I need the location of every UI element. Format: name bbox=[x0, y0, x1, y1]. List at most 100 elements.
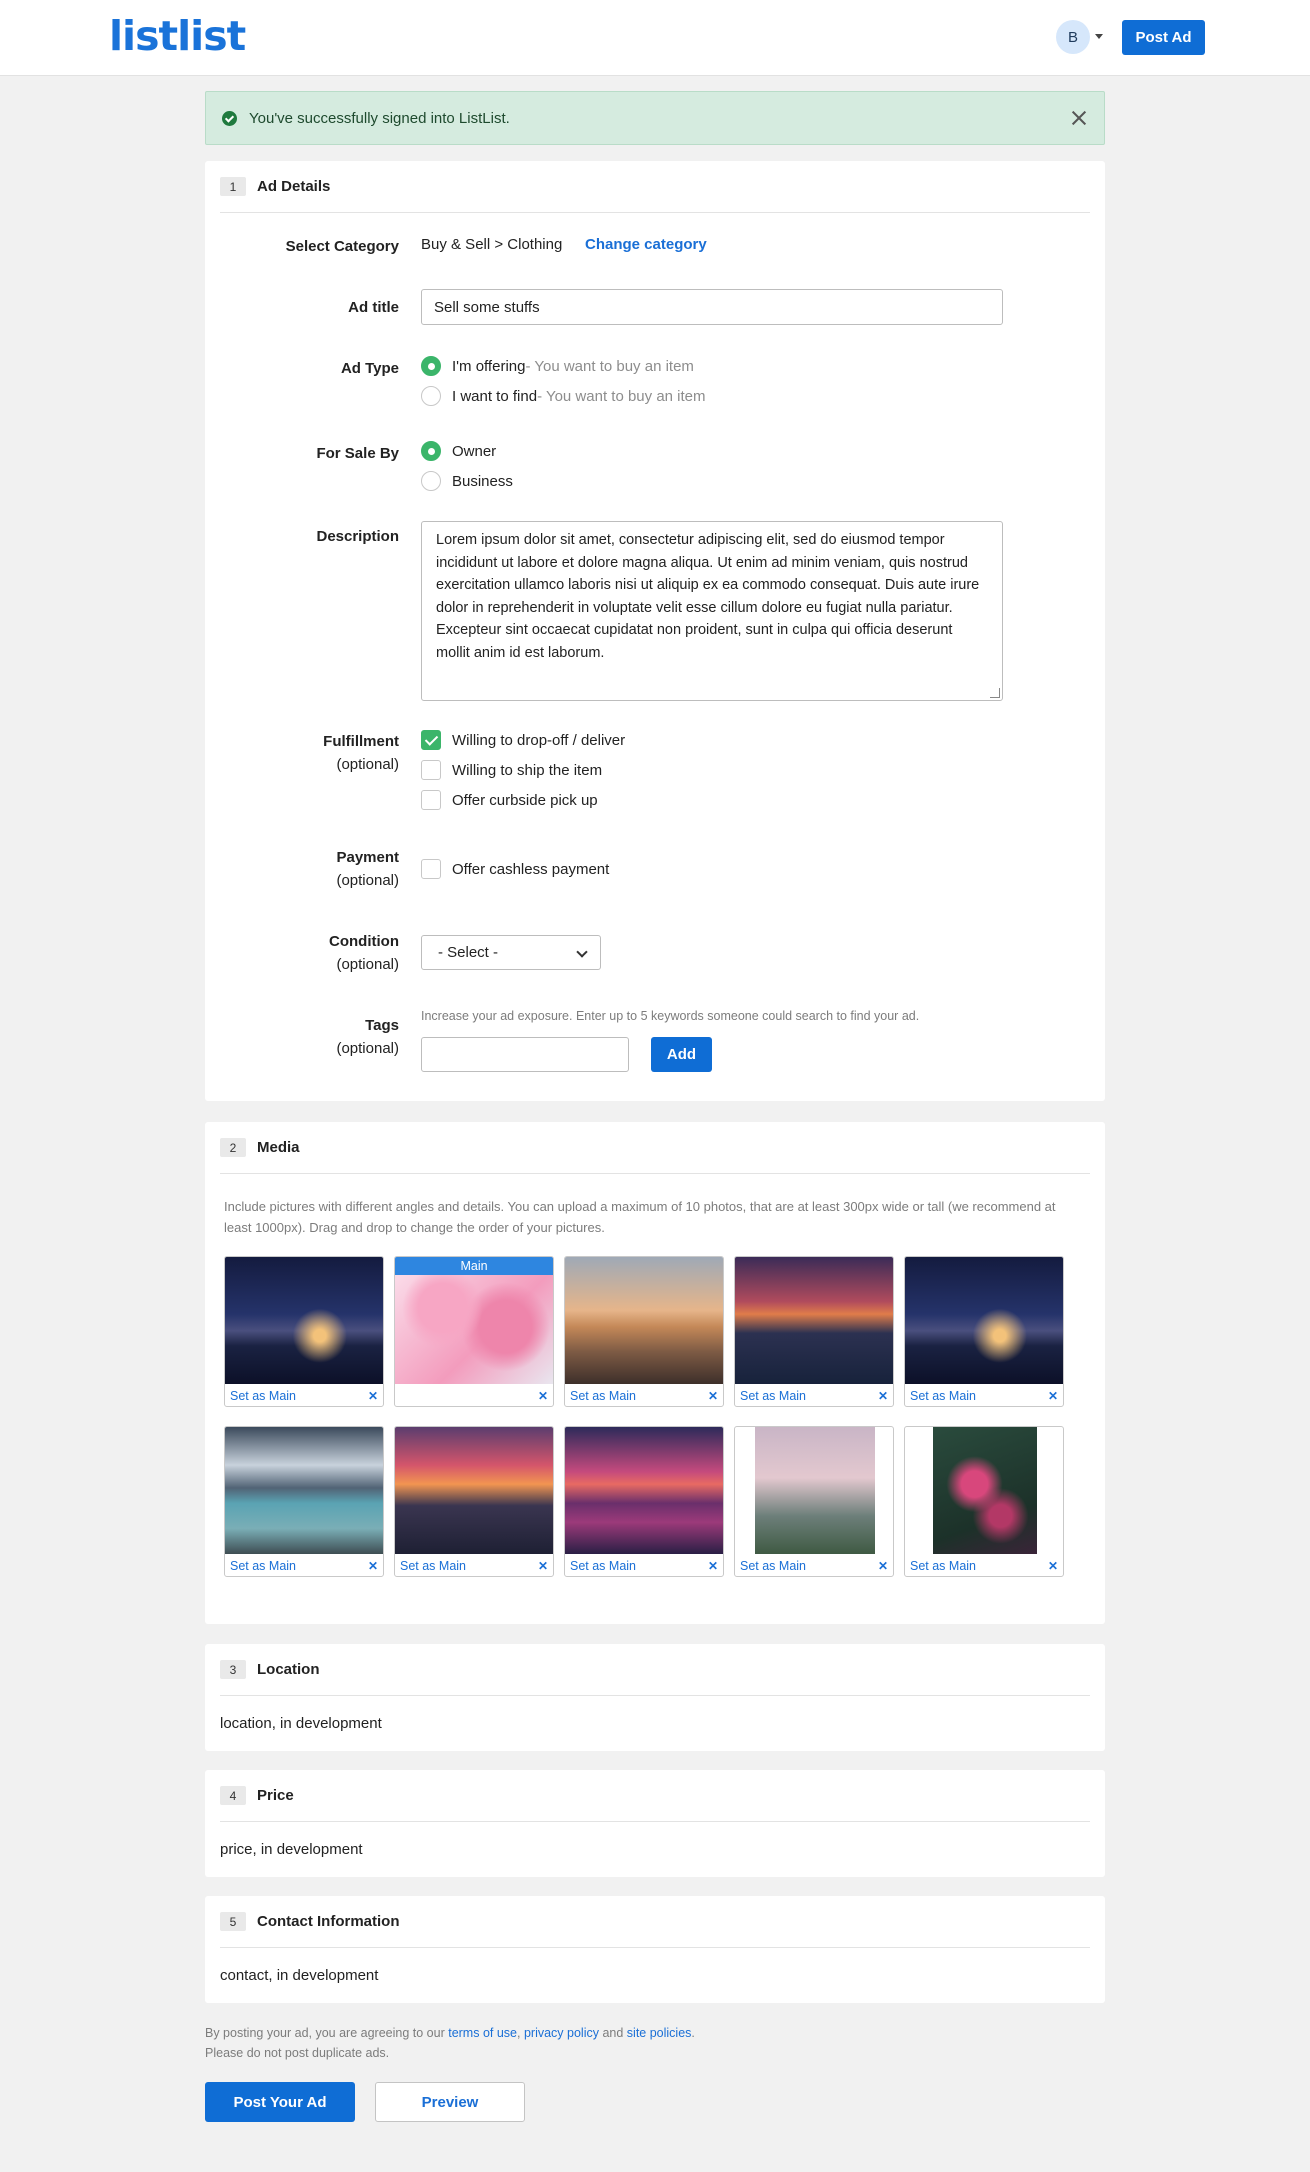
price-section: 4 Price price, in development bbox=[205, 1770, 1105, 1877]
photo-thumbnail[interactable]: Main ✕ bbox=[394, 1256, 554, 1407]
radio-selected-icon[interactable] bbox=[421, 441, 441, 461]
post-your-ad-button[interactable]: Post Your Ad bbox=[205, 2082, 355, 2122]
photo-thumbnail[interactable]: Set as Main ✕ bbox=[224, 1256, 384, 1407]
legal-notice: By posting your ad, you are agreeing to … bbox=[205, 2023, 695, 2063]
for-sale-by-label: For Sale By bbox=[316, 445, 399, 462]
remove-photo-icon[interactable]: ✕ bbox=[368, 1559, 378, 1573]
optional-text: (optional) bbox=[336, 872, 399, 889]
sale-by-business-radio[interactable]: Business bbox=[421, 471, 513, 491]
photo-thumbnail[interactable]: Set as Main ✕ bbox=[564, 1426, 724, 1577]
location-section: 3 Location location, in development bbox=[205, 1644, 1105, 1751]
user-avatar[interactable]: B bbox=[1056, 20, 1090, 54]
fulfillment-label-text: Fulfillment bbox=[323, 733, 399, 750]
photo-thumbnail[interactable]: Set as Main ✕ bbox=[734, 1256, 894, 1407]
legal-comma: , bbox=[517, 2026, 524, 2040]
checkbox-checked-icon[interactable] bbox=[421, 730, 441, 750]
set-as-main-link[interactable]: Set as Main bbox=[570, 1389, 636, 1403]
night-tree-lake-image bbox=[225, 1257, 383, 1384]
change-category-link[interactable]: Change category bbox=[585, 236, 707, 253]
listlist-logo[interactable]: listlist bbox=[109, 12, 246, 60]
ad-type-find-radio[interactable]: I want to find - You want to buy an item bbox=[421, 386, 706, 406]
set-as-main-link[interactable]: Set as Main bbox=[910, 1559, 976, 1573]
photo-thumbnail[interactable]: Set as Main ✕ bbox=[394, 1426, 554, 1577]
night-tree-lake-image bbox=[905, 1257, 1063, 1384]
remove-photo-icon[interactable]: ✕ bbox=[708, 1389, 718, 1403]
radio-unselected-icon[interactable] bbox=[421, 471, 441, 491]
checkbox-unchecked-icon[interactable] bbox=[421, 790, 441, 810]
add-tag-button[interactable]: Add bbox=[651, 1037, 712, 1072]
remove-photo-icon[interactable]: ✕ bbox=[538, 1559, 548, 1573]
success-alert: You've successfully signed into ListList… bbox=[205, 91, 1105, 145]
radio-selected-icon[interactable] bbox=[421, 356, 441, 376]
condition-selected-value: - Select - bbox=[438, 944, 499, 961]
select-category-label-text: Select Category bbox=[285, 238, 399, 255]
chevron-down-icon bbox=[576, 946, 588, 958]
set-as-main-link[interactable]: Set as Main bbox=[230, 1559, 296, 1573]
set-as-main-link[interactable]: Set as Main bbox=[400, 1559, 466, 1573]
sale-by-option-label: Business bbox=[452, 472, 513, 490]
photo-thumbnail[interactable]: Set as Main ✕ bbox=[224, 1426, 384, 1577]
section-header: 2 Media bbox=[220, 1122, 1090, 1174]
set-as-main-link[interactable]: Set as Main bbox=[570, 1559, 636, 1573]
terms-of-use-link[interactable]: terms of use bbox=[448, 2026, 517, 2040]
main-photo-badge: Main bbox=[395, 1257, 553, 1275]
select-category-label: Select Category bbox=[205, 235, 399, 258]
photo-thumbnail[interactable]: Set as Main ✕ bbox=[564, 1256, 724, 1407]
remove-photo-icon[interactable]: ✕ bbox=[538, 1389, 548, 1403]
resize-handle-icon[interactable] bbox=[990, 688, 1000, 698]
checkbox-unchecked-icon[interactable] bbox=[421, 760, 441, 780]
photo-thumbnail[interactable]: Set as Main ✕ bbox=[734, 1426, 894, 1577]
fulfillment-curbside-checkbox[interactable]: Offer curbside pick up bbox=[421, 790, 598, 810]
cashless-payment-checkbox[interactable]: Offer cashless payment bbox=[421, 859, 609, 879]
set-as-main-link[interactable]: Set as Main bbox=[740, 1389, 806, 1403]
section-title: Contact Information bbox=[257, 1913, 400, 1930]
set-as-main-link[interactable]: Set as Main bbox=[740, 1559, 806, 1573]
remove-photo-icon[interactable]: ✕ bbox=[1048, 1559, 1058, 1573]
section-header: 1 Ad Details bbox=[220, 161, 1090, 213]
remove-photo-icon[interactable]: ✕ bbox=[878, 1559, 888, 1573]
preview-button[interactable]: Preview bbox=[375, 2082, 525, 2122]
remove-photo-icon[interactable]: ✕ bbox=[708, 1559, 718, 1573]
post-ad-button[interactable]: Post Ad bbox=[1122, 20, 1205, 55]
ad-title-input[interactable]: Sell some stuffs bbox=[421, 289, 1003, 325]
ad-type-option-hint: - You want to buy an item bbox=[537, 387, 706, 405]
contact-placeholder-text: contact, in development bbox=[220, 1967, 379, 1984]
mountain-village-dusk-image bbox=[735, 1257, 893, 1384]
payment-label: Payment (optional) bbox=[205, 846, 399, 892]
site-policies-link[interactable]: site policies bbox=[627, 2026, 692, 2040]
fulfillment-dropoff-checkbox[interactable]: Willing to drop-off / deliver bbox=[421, 730, 625, 750]
beach-sunset-palm-image bbox=[565, 1257, 723, 1384]
condition-select[interactable]: - Select - bbox=[421, 935, 601, 970]
sale-by-owner-radio[interactable]: Owner bbox=[421, 441, 496, 461]
legal-period: . bbox=[691, 2026, 695, 2040]
ad-title-label: Ad title bbox=[348, 299, 399, 316]
remove-photo-icon[interactable]: ✕ bbox=[1048, 1389, 1058, 1403]
section-header: 3 Location bbox=[220, 1644, 1090, 1696]
section-title: Ad Details bbox=[257, 178, 331, 195]
privacy-policy-link[interactable]: privacy policy bbox=[524, 2026, 599, 2040]
fulfillment-ship-checkbox[interactable]: Willing to ship the item bbox=[421, 760, 602, 780]
mountain-sunset-village-image bbox=[395, 1427, 553, 1554]
photo-thumbnail[interactable]: Set as Main ✕ bbox=[904, 1256, 1064, 1407]
step-number: 4 bbox=[220, 1786, 246, 1805]
remove-photo-icon[interactable]: ✕ bbox=[878, 1389, 888, 1403]
set-as-main-link[interactable]: Set as Main bbox=[230, 1389, 296, 1403]
checkbox-unchecked-icon[interactable] bbox=[421, 859, 441, 879]
close-icon[interactable] bbox=[1068, 107, 1090, 129]
radio-unselected-icon[interactable] bbox=[421, 386, 441, 406]
payment-option-label: Offer cashless payment bbox=[452, 860, 610, 878]
remove-photo-icon[interactable]: ✕ bbox=[368, 1389, 378, 1403]
optional-text: (optional) bbox=[336, 956, 399, 973]
ad-type-offering-radio[interactable]: I'm offering - You want to buy an item bbox=[421, 356, 694, 376]
category-path: Buy & Sell > Clothing bbox=[421, 236, 563, 253]
description-label: Description bbox=[316, 528, 399, 545]
avatar-dropdown-caret-icon[interactable] bbox=[1095, 34, 1103, 39]
tags-input[interactable] bbox=[421, 1037, 629, 1072]
photo-thumbnail[interactable]: Set as Main ✕ bbox=[904, 1426, 1064, 1577]
step-number: 3 bbox=[220, 1660, 246, 1679]
fulfillment-label: Fulfillment (optional) bbox=[205, 730, 399, 776]
ad-type-option-label: I want to find bbox=[452, 387, 538, 405]
description-textarea[interactable]: Lorem ipsum dolor sit amet, consectetur … bbox=[421, 521, 1003, 701]
set-as-main-link[interactable]: Set as Main bbox=[910, 1389, 976, 1403]
condition-label: Condition (optional) bbox=[205, 930, 399, 976]
